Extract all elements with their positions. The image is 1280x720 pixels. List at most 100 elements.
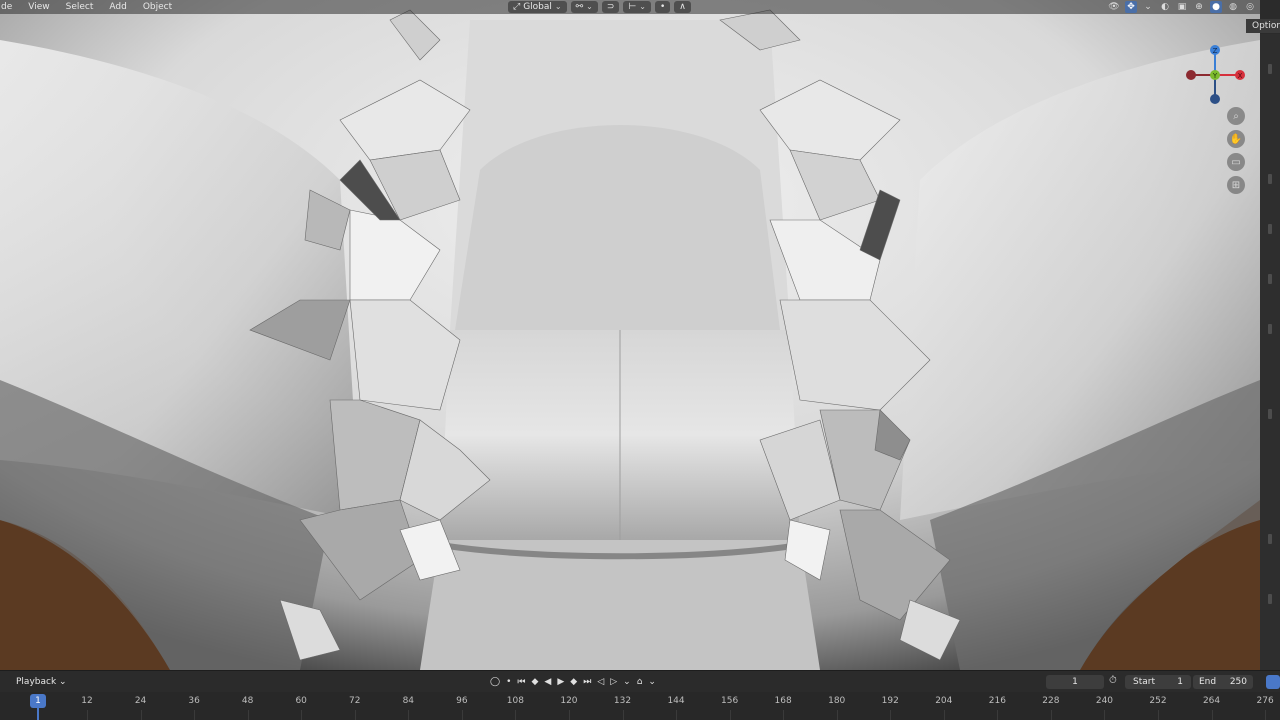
ruler-tick-label: 96 [456,696,468,706]
end-frame-field[interactable]: End 250 [1193,675,1253,689]
menu-add[interactable]: Add [101,2,134,12]
solid-shading-icon[interactable]: ● [1210,1,1222,13]
falloff-dropdown[interactable]: ∧ [674,1,691,13]
snap-toggle[interactable]: ⊃ [601,1,620,13]
z-axis-label: Z [1213,47,1218,55]
ruler-gridline [1050,710,1052,720]
ruler-gridline [1104,710,1106,720]
pan-hand-icon[interactable]: ✋ [1227,130,1245,148]
ruler-tick-label: 144 [667,696,685,706]
ruler-tick-label: 48 [241,696,254,706]
menu-mode-partial[interactable]: de [0,2,20,12]
chevron-down-icon: ⌄ [59,677,67,687]
ruler-gridline [408,710,410,720]
strip-handle[interactable] [1268,594,1272,604]
play-icon[interactable]: ▶ [557,677,564,687]
strip-handle[interactable] [1268,274,1272,284]
playhead-line [37,708,39,720]
keyframe-prev-icon[interactable]: ◁ [597,677,604,687]
ruler-tick-label: 132 [613,696,632,706]
camera-icon[interactable]: ▭ [1227,153,1245,171]
strip-handle[interactable] [1268,64,1272,74]
timeline-ruler[interactable]: 12 24 36 48 60 72 84 96 108 120 132 144 156 168 180 192… [0,692,1280,720]
gizmo-toggle-icon[interactable]: ✥ [1125,1,1137,13]
play-reverse-icon[interactable]: ◀ [544,677,551,687]
falloff-icon: ∧ [679,2,686,12]
ruler-tick-label: 36 [188,696,200,706]
zoom-icon[interactable]: ⌕ [1227,107,1245,125]
x-axis-label: X [1238,72,1243,80]
ruler-gridline [247,710,249,720]
ruler-tick-label: 60 [295,696,307,706]
ruler-gridline [140,710,142,720]
rendered-shading-icon[interactable]: ◎ [1244,1,1256,13]
timeline-header: Playback ⌄ ◯ • ⏮ ◆ ◀ ▶ ◆ ⏭ ◁ ▷ ⌄ ⌂ ⌄ 1 ⏱… [0,670,1280,693]
strip-handle[interactable] [1268,174,1272,184]
jump-end-icon[interactable]: ⏭ [583,677,591,687]
ruler-gridline [515,710,517,720]
end-label: End [1199,677,1217,687]
magnet-icon: ⊃ [606,2,615,12]
transform-tools: ⤢ Global ⌄ ⚯ ⌄ ⊃ ⊢ ⌄ • ∧ [508,0,691,14]
sidebar-collapsed-strip[interactable] [1260,34,1280,670]
xray-icon[interactable]: ▣ [1176,1,1188,13]
ruler-gridline [1265,710,1267,720]
3d-viewport[interactable] [0,0,1260,670]
snap-target-dropdown[interactable]: ⊢ ⌄ [623,1,651,13]
visibility-eye-icon[interactable]: 👁 [1108,1,1120,13]
transform-orientation-dropdown[interactable]: ⤢ Global ⌄ [508,1,567,13]
options-tab[interactable]: Options [1246,19,1280,33]
strip-handle[interactable] [1268,409,1272,419]
orientation-icon: ⤢ [513,2,521,12]
strip-handle[interactable] [1268,224,1272,234]
ruler-gridline [461,710,463,720]
jump-keyframe-forward-icon[interactable]: ◆ [570,677,577,687]
ruler-gridline [1158,710,1159,720]
menu-view[interactable]: View [20,2,57,12]
pivot-point-dropdown[interactable]: ⚯ ⌄ [570,1,598,13]
ruler-tick-label: 12 [81,696,93,706]
record-options-icon[interactable]: • [506,677,511,687]
auto-keying-icon[interactable]: ⌂ [637,677,643,687]
start-value: 1 [1177,677,1183,687]
ruler-tick-label: 156 [721,696,739,706]
viewport-shading-controls: 👁 ✥ ⌄ ◐ ▣ ⊕ ● ◍ ◎ [1108,0,1256,14]
transport-controls: ◯ • ⏮ ◆ ◀ ▶ ◆ ⏭ ◁ ▷ ⌄ ⌂ ⌄ [490,675,656,689]
record-icon[interactable]: ◯ [490,677,500,687]
proportional-icon: • [659,2,666,12]
ruler-gridline [87,710,88,720]
ruler-gridline [622,710,624,720]
jump-start-icon[interactable]: ⏮ [517,677,525,687]
ruler-tick-label: 120 [560,696,578,706]
wireframe-shading-icon[interactable]: ⊕ [1193,1,1205,13]
ruler-gridline [836,710,838,720]
ruler-gridline [997,710,999,720]
strip-handle[interactable] [1268,534,1272,544]
neg-z-axis-handle [1210,94,1220,104]
chevron-down-icon[interactable]: ⌄ [623,677,631,687]
ruler-tick-label: 180 [828,696,846,706]
axis-gizmo[interactable]: Z Y X [1180,40,1260,110]
stopwatch-icon[interactable]: ⏱ [1109,675,1117,686]
playback-dropdown[interactable]: Playback ⌄ [10,675,73,689]
keyframe-next-icon[interactable]: ▷ [610,677,617,687]
chevron-down-icon[interactable]: ⌄ [648,677,656,687]
ruler-gridline [783,710,785,720]
start-label: Start [1133,677,1155,687]
menu-select[interactable]: Select [58,2,102,12]
current-frame-field[interactable]: 1 [1046,675,1104,689]
playback-label: Playback [16,677,57,687]
proportional-edit-toggle[interactable]: • [654,1,671,13]
ruler-tick-label: 276 [1256,696,1274,706]
overlays-icon[interactable]: ◐ [1159,1,1171,13]
camera-view-icon[interactable] [1266,675,1280,689]
jump-keyframe-back-icon[interactable]: ◆ [532,677,539,687]
start-frame-field[interactable]: Start 1 [1125,675,1191,689]
menu-object[interactable]: Object [135,2,180,12]
chevron-down-icon: ⌄ [586,2,593,11]
strip-handle[interactable] [1268,324,1272,334]
playhead-frame-badge[interactable]: 1 [30,694,46,708]
material-shading-icon[interactable]: ◍ [1227,1,1239,13]
grid-icon[interactable]: ⊞ [1227,176,1245,194]
overlay-dropdown-icon[interactable]: ⌄ [1142,1,1154,13]
